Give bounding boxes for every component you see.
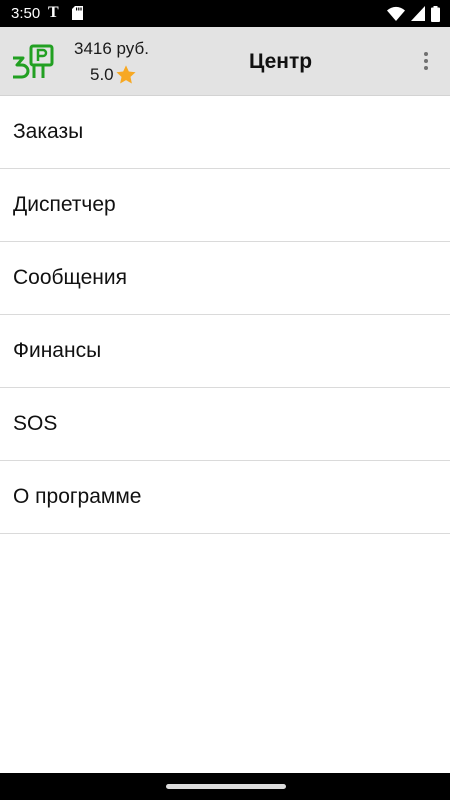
parking-logo-icon <box>13 44 54 79</box>
cellular-signal-icon <box>411 6 425 21</box>
notification-text-icon: T <box>48 4 59 21</box>
menu-item-orders[interactable]: Заказы <box>0 96 450 169</box>
more-options-button[interactable] <box>416 48 436 74</box>
home-gesture-handle[interactable] <box>166 784 286 789</box>
main-menu: Заказы Диспетчер Сообщения Финансы SOS О… <box>0 96 450 534</box>
rating-value: 5.0 <box>90 65 114 84</box>
menu-item-dispatcher[interactable]: Диспетчер <box>0 169 450 242</box>
app-bar: 3416 руб. 5.0 Центр <box>0 27 450 96</box>
balance-label: 3416 руб. <box>74 39 149 58</box>
menu-item-sos[interactable]: SOS <box>0 388 450 461</box>
menu-item-about[interactable]: О программе <box>0 461 450 534</box>
menu-item-messages[interactable]: Сообщения <box>0 242 450 315</box>
star-icon <box>116 65 136 84</box>
status-bar: 3:50 T <box>0 0 450 27</box>
status-time: 3:50 <box>11 5 41 22</box>
page-title: Центр <box>249 50 313 73</box>
navigation-bar <box>0 773 450 800</box>
menu-item-finances[interactable]: Финансы <box>0 315 450 388</box>
more-vert-icon <box>424 52 428 56</box>
rating: 5.0 <box>90 63 137 87</box>
status-icons <box>387 5 440 22</box>
wifi-icon <box>387 6 405 21</box>
battery-icon <box>431 5 440 22</box>
sd-card-icon <box>72 6 83 20</box>
